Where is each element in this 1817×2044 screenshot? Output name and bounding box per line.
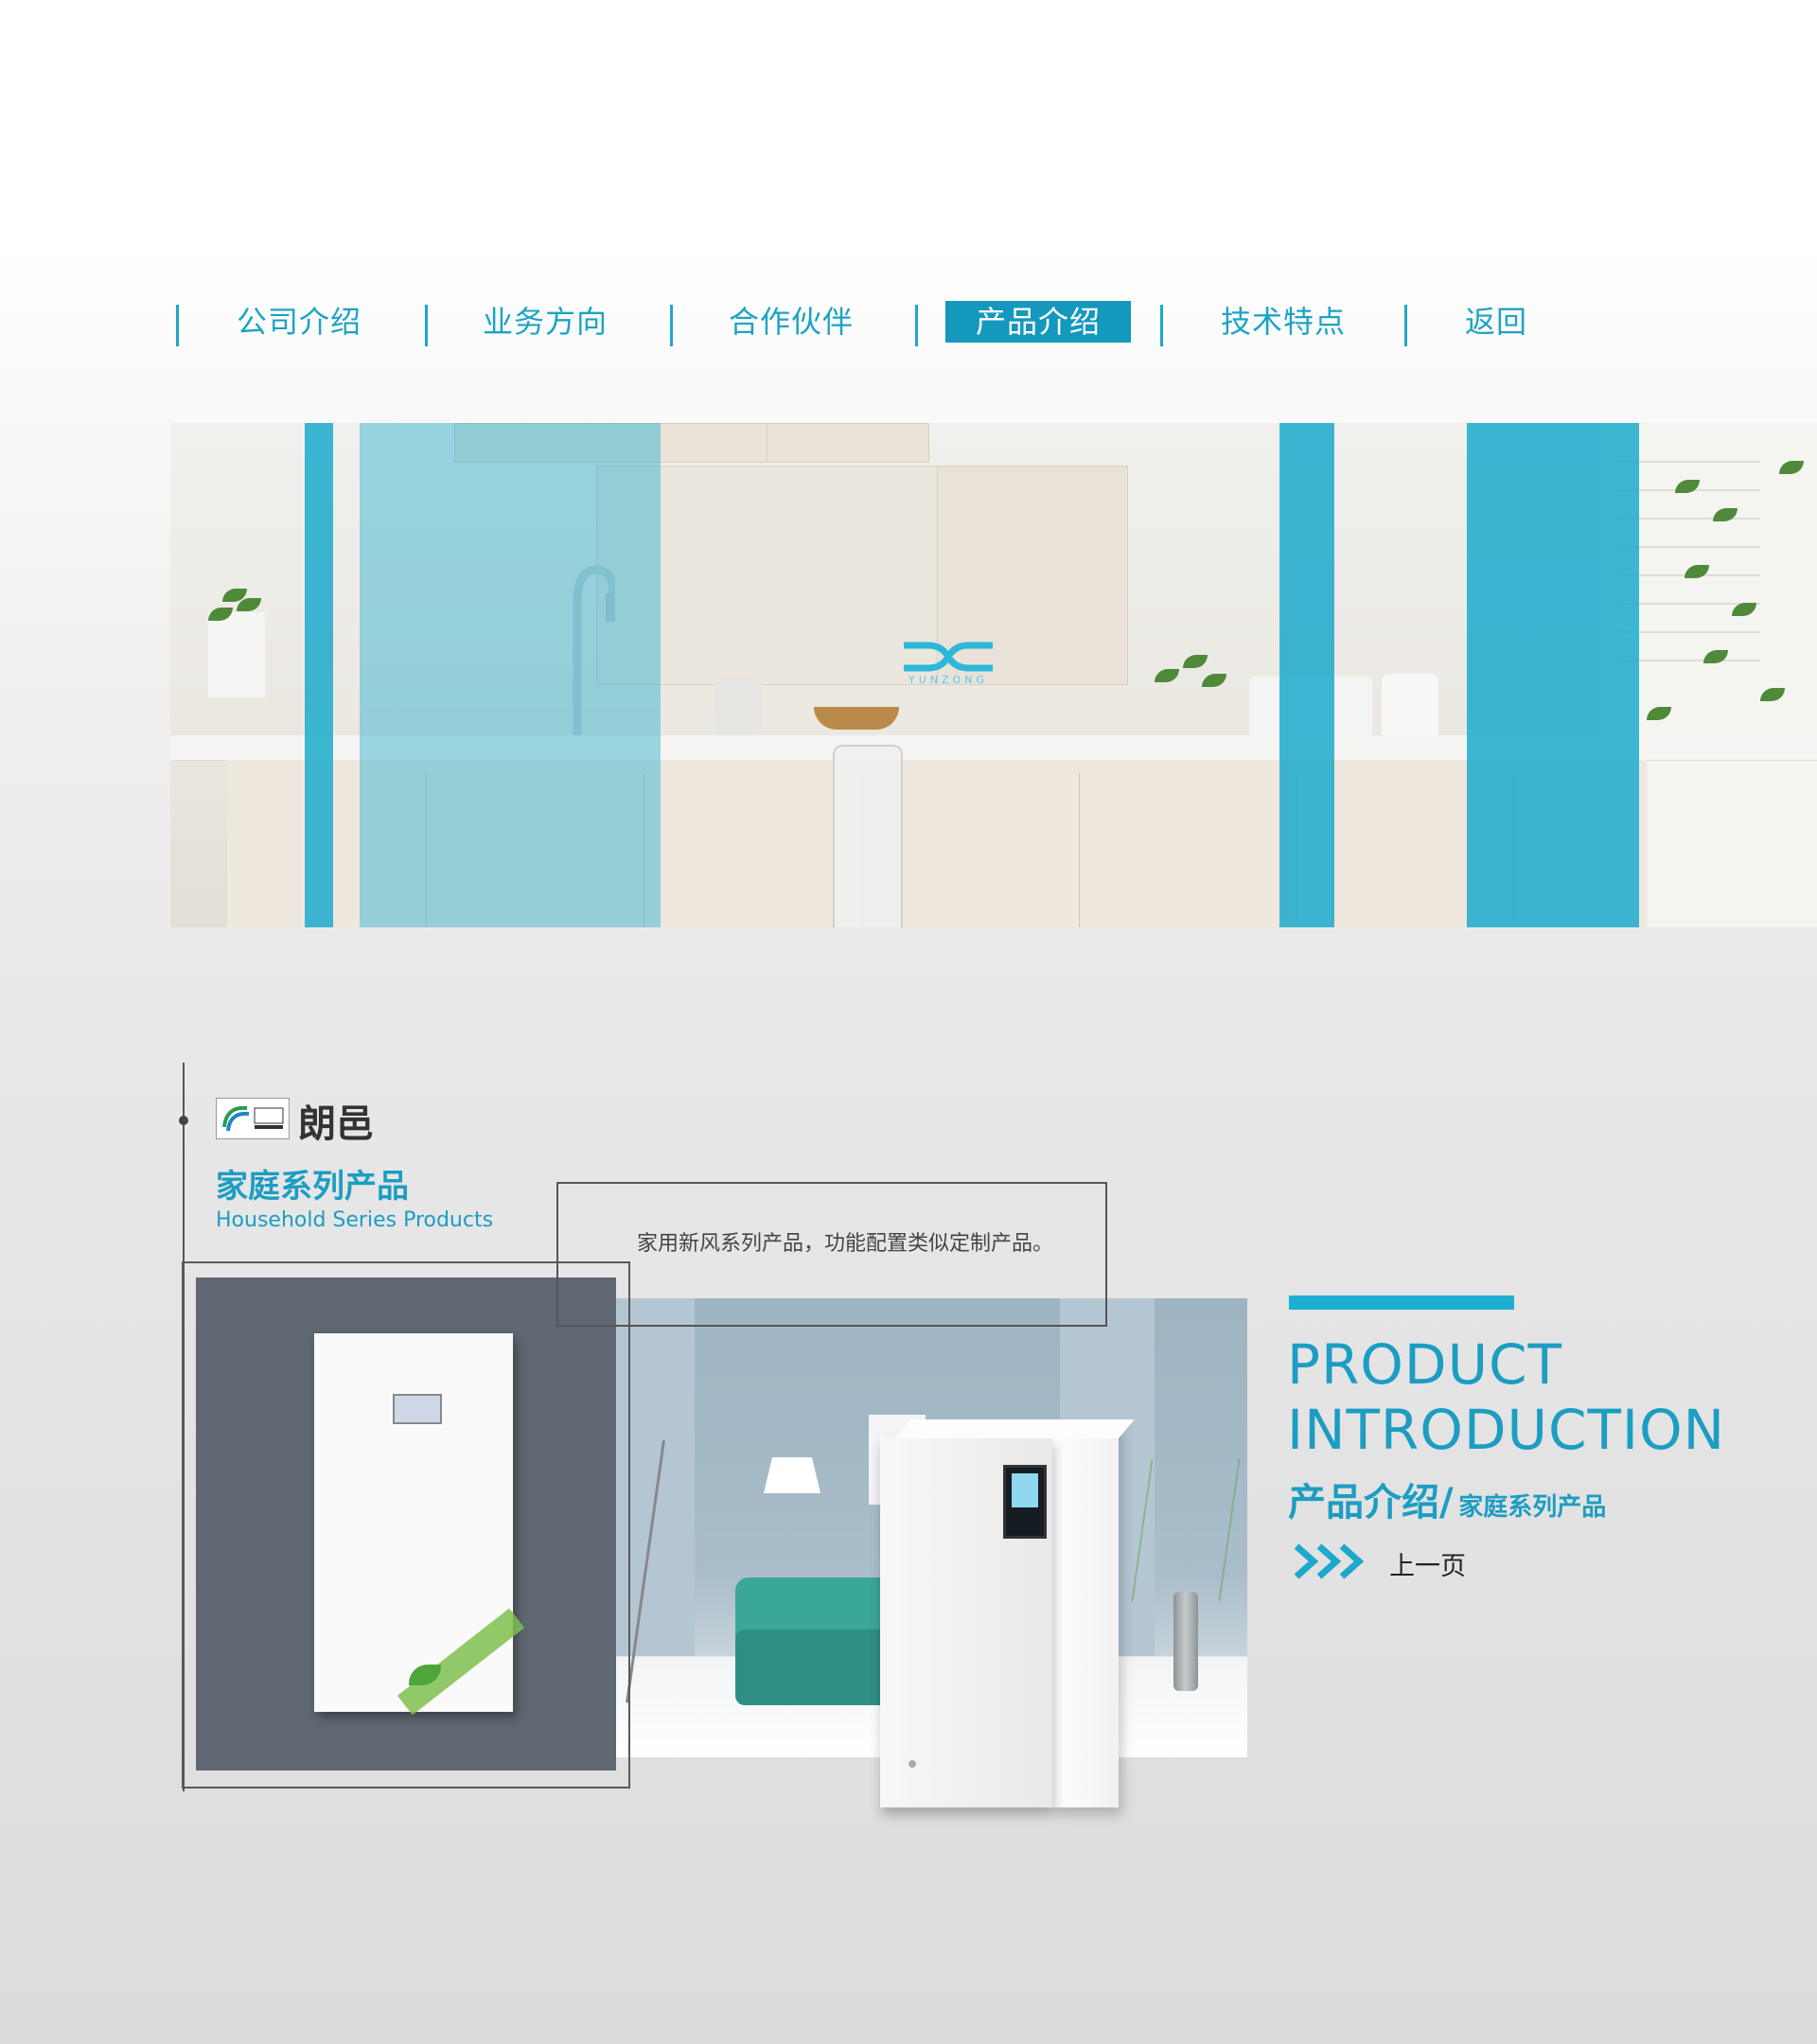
nav-separator	[425, 305, 428, 346]
intro-title-en-line2: INTRODUCTION	[1287, 1398, 1726, 1462]
bread-bowl	[814, 707, 899, 730]
main-nav: 公司介绍 业务方向 合作伙伴 产品介绍 技术特点 返回	[176, 301, 1539, 350]
triple-chevron-right-icon[interactable]	[1293, 1541, 1370, 1582]
product-caption: 家用新风系列产品，功能配置类似定制产品。	[637, 1232, 1054, 1256]
nav-item-back[interactable]: 返回	[1444, 301, 1548, 343]
longyea-logo-icon	[216, 1098, 290, 1139]
glass-carafe	[833, 745, 903, 927]
intro-title-cn-main: 产品介绍/	[1288, 1481, 1454, 1524]
yunzong-logo-icon	[904, 642, 993, 672]
nav-separator	[176, 305, 179, 346]
jar	[1382, 674, 1438, 740]
glass-jar	[714, 677, 762, 735]
intro-subtitle-cn: 家庭系列产品	[1458, 1493, 1607, 1522]
series-title-en: Household Series Products	[216, 1208, 494, 1232]
prev-page-link[interactable]: 上一页	[1389, 1545, 1466, 1582]
teal-overlay	[360, 423, 661, 927]
lcd-display	[1003, 1465, 1047, 1539]
nav-item-products[interactable]: 产品介绍	[945, 301, 1131, 343]
intro-title-en-line1: PRODUCT	[1287, 1332, 1562, 1397]
yunzong-logo-text: YUNZONG	[908, 674, 988, 686]
upper-cabinet	[767, 423, 929, 463]
plant	[1131, 1459, 1241, 1601]
accent-bar	[1289, 1295, 1514, 1310]
teal-stripe	[1279, 423, 1334, 927]
nav-separator	[1404, 305, 1407, 346]
teal-stripe	[305, 423, 333, 927]
teal-stripe	[1467, 423, 1639, 927]
series-title-cn: 家庭系列产品	[216, 1168, 409, 1206]
panel-frame	[182, 1261, 630, 1788]
brand-name: 朗邑	[298, 1102, 374, 1146]
vase	[1173, 1592, 1198, 1691]
nav-separator	[915, 305, 918, 346]
timeline-dot	[179, 1116, 188, 1125]
hero-banner: YUNZONG	[170, 423, 1817, 927]
product-image-3d[interactable]	[880, 1419, 1135, 1807]
nav-item-partners[interactable]: 合作伙伴	[706, 301, 876, 343]
nav-item-company-intro[interactable]: 公司介绍	[214, 301, 384, 343]
nav-item-business[interactable]: 业务方向	[460, 301, 630, 343]
nav-separator	[670, 305, 673, 346]
lamp-shade	[764, 1457, 820, 1493]
nav-separator	[1160, 305, 1163, 346]
flower-pot	[208, 612, 265, 697]
nav-item-tech-features[interactable]: 技术特点	[1198, 301, 1368, 343]
intro-title-cn: 产品介绍/ 家庭系列产品	[1288, 1471, 1606, 1526]
